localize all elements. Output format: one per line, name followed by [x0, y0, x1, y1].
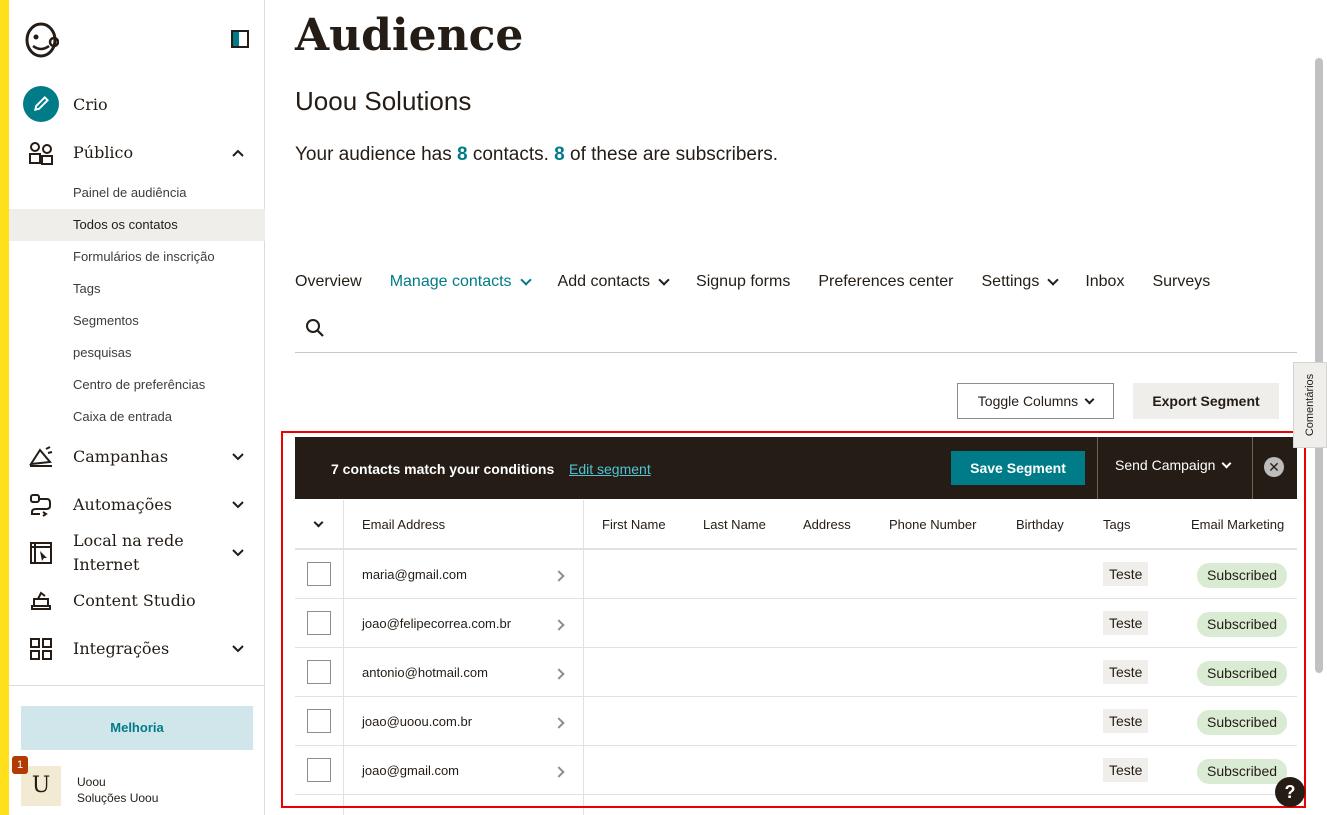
- nav-integrations[interactable]: Integrações: [9, 634, 265, 664]
- account-org[interactable]: Soluções Uoou: [77, 791, 158, 805]
- sidebar-item-tags[interactable]: Tags: [9, 273, 265, 305]
- chevron-down-icon[interactable]: [231, 450, 245, 464]
- chevron-down-icon[interactable]: [231, 498, 245, 512]
- account-name[interactable]: Uoou: [77, 775, 106, 789]
- nav-content-studio[interactable]: Content Studio: [9, 586, 265, 616]
- chevron-down-icon: [658, 274, 670, 286]
- tab-settings[interactable]: Settings: [981, 268, 1059, 296]
- search-icon[interactable]: [305, 318, 325, 338]
- contacts-count: 8: [456, 144, 468, 165]
- grid-icon: [23, 631, 59, 667]
- summary-prefix: Your audience has: [295, 144, 457, 165]
- nav-automations-label: Automações: [73, 495, 172, 514]
- nav-create[interactable]: Crio: [9, 86, 265, 124]
- sidebar-item-surveys[interactable]: pesquisas: [9, 337, 265, 369]
- tabs-divider: [295, 352, 1297, 353]
- tab-surveys-label: Surveys: [1152, 273, 1211, 290]
- tab-settings-label: Settings: [981, 273, 1040, 290]
- nav-content-studio-label: Content Studio: [73, 591, 196, 610]
- sidebar-item-signup-forms[interactable]: Formulários de inscrição: [9, 241, 265, 273]
- nav-integrations-label: Integrações: [73, 639, 170, 658]
- megaphone-icon: [23, 439, 59, 475]
- subscribers-count: 8: [554, 144, 565, 165]
- nav-website-label-line2: Internet: [73, 555, 140, 574]
- chevron-down-icon: [519, 274, 532, 286]
- feedback-label: Comentários: [1304, 373, 1316, 437]
- sidebar-item-audience-dashboard[interactable]: Painel de audiência: [9, 177, 265, 209]
- audience-icon: [23, 135, 59, 171]
- nav-campaigns[interactable]: Campanhas: [9, 442, 265, 472]
- chevron-down-icon[interactable]: [231, 546, 245, 560]
- sidebar-item-segments[interactable]: Segmentos: [9, 305, 265, 337]
- page-title: Audience: [295, 10, 524, 61]
- sidebar: Crio Público Painel de audiência Todos o…: [9, 0, 265, 815]
- tab-add-contacts[interactable]: Add contacts: [557, 268, 670, 296]
- audience-summary: Your audience has 8 contacts. 8 of these…: [295, 144, 778, 166]
- automation-icon: [23, 487, 59, 523]
- sidebar-item-preferences-center[interactable]: Centro de preferências: [9, 369, 265, 401]
- nav-campaigns-label: Campanhas: [73, 447, 169, 466]
- main-content: Audience Uoou Solutions Your audience ha…: [265, 0, 1313, 815]
- help-button[interactable]: ?: [1275, 777, 1305, 807]
- summary-suffix: of these are subscribers.: [564, 144, 779, 165]
- sidebar-item-all-contacts[interactable]: Todos os contatos: [9, 209, 265, 241]
- tab-manage-contacts[interactable]: Manage contacts: [389, 268, 532, 296]
- chevron-down-icon[interactable]: [231, 642, 245, 656]
- brand-stripe: [0, 0, 9, 815]
- export-segment-button[interactable]: Export Segment: [1133, 383, 1279, 419]
- tab-add-contacts-label: Add contacts: [557, 273, 651, 290]
- website-icon: [23, 535, 59, 571]
- nav-automations[interactable]: Automações: [9, 490, 265, 520]
- nav-website[interactable]: Local na rede Internet: [9, 528, 265, 578]
- nav-create-label: Crio: [73, 95, 108, 114]
- tab-signup-forms-label: Signup forms: [696, 273, 791, 290]
- toggle-columns-label: Toggle Columns: [977, 393, 1079, 409]
- tab-preferences-center-label: Preferences center: [818, 273, 954, 290]
- mailchimp-logo-icon[interactable]: [23, 20, 60, 60]
- tab-signup-forms[interactable]: Signup forms: [696, 268, 790, 296]
- sidebar-collapse-icon[interactable]: [231, 30, 249, 48]
- sidebar-item-inbox[interactable]: Caixa de entrada: [9, 401, 265, 433]
- audience-tabs: Overview Manage contacts Add contacts Si…: [295, 268, 1238, 296]
- chevron-down-icon: [1047, 274, 1059, 286]
- tab-surveys[interactable]: Surveys: [1152, 268, 1210, 296]
- audience-name: Uoou Solutions: [295, 86, 472, 116]
- tab-overview-label: Overview: [295, 273, 362, 290]
- feedback-tab[interactable]: Comentários: [1293, 362, 1327, 448]
- content-studio-icon: [23, 583, 59, 619]
- upgrade-button[interactable]: Melhoria: [21, 706, 253, 750]
- sidebar-divider: [9, 685, 265, 686]
- nav-audience-label: Público: [73, 143, 134, 162]
- annotation-highlight-box: [281, 431, 1306, 808]
- nav-website-label-line1: Local na rede: [73, 531, 184, 550]
- tab-inbox-label: Inbox: [1085, 273, 1125, 290]
- notification-badge: 1: [12, 756, 28, 774]
- chevron-down-icon: [1084, 394, 1095, 404]
- pencil-icon: [23, 86, 59, 122]
- tab-overview[interactable]: Overview: [295, 268, 362, 296]
- chevron-up-icon[interactable]: [231, 146, 245, 160]
- tab-manage-contacts-label: Manage contacts: [389, 273, 512, 290]
- nav-audience[interactable]: Público: [9, 138, 265, 168]
- tab-inbox[interactable]: Inbox: [1085, 268, 1124, 296]
- summary-middle: contacts.: [467, 144, 555, 165]
- toggle-columns-button[interactable]: Toggle Columns: [957, 383, 1114, 419]
- tab-preferences-center[interactable]: Preferences center: [818, 268, 953, 296]
